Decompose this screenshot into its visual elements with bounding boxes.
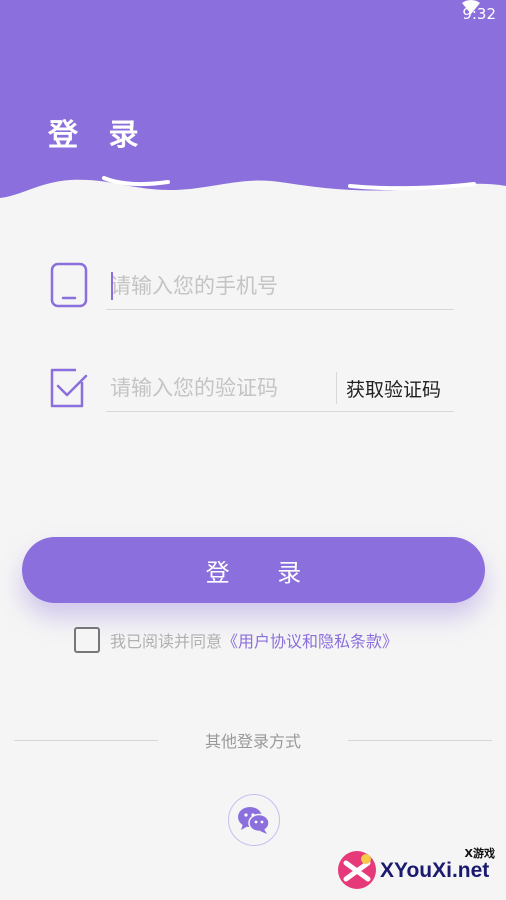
agreement-row: 我已阅读并同意 《用户协议和隐私条款》 [74,626,398,654]
phone-icon [50,262,88,308]
page-title: 登 录 [48,118,149,153]
status-bar: 9:32 [462,0,496,28]
header-banner: 9:32 登 录 [0,0,506,215]
divider-right [348,740,492,741]
watermark: XYouXi.net X游戏 [336,845,501,895]
watermark-sub: X游戏 [464,847,495,860]
wechat-icon [238,807,270,834]
checkbox-icon [50,368,88,408]
code-input[interactable]: 请输入您的验证码 [110,368,330,406]
xyouxi-logo-icon [338,851,376,889]
agreement-text: 我已阅读并同意 [110,632,223,651]
code-divider [336,372,337,404]
phone-underline [106,309,454,310]
phone-field-row: 请输入您的手机号 [48,260,458,310]
wechat-login-button[interactable] [228,794,280,846]
wave-background [0,0,506,198]
agreement-link[interactable]: 《用户协议和隐私条款》 [222,628,398,652]
login-button[interactable]: 登 录 [22,537,485,603]
code-field-row: 请输入您的验证码 获取验证码 [48,362,458,412]
agreement-checkbox[interactable] [74,627,100,653]
wifi-icon [462,0,481,14]
text-cursor [111,272,113,300]
phone-input[interactable]: 请输入您的手机号 [110,266,450,304]
watermark-brand: XYouXi.net [380,859,490,882]
other-login-section: 其他登录方式 [14,728,492,752]
code-underline [106,411,454,412]
get-code-button[interactable]: 获取验证码 [346,370,441,406]
